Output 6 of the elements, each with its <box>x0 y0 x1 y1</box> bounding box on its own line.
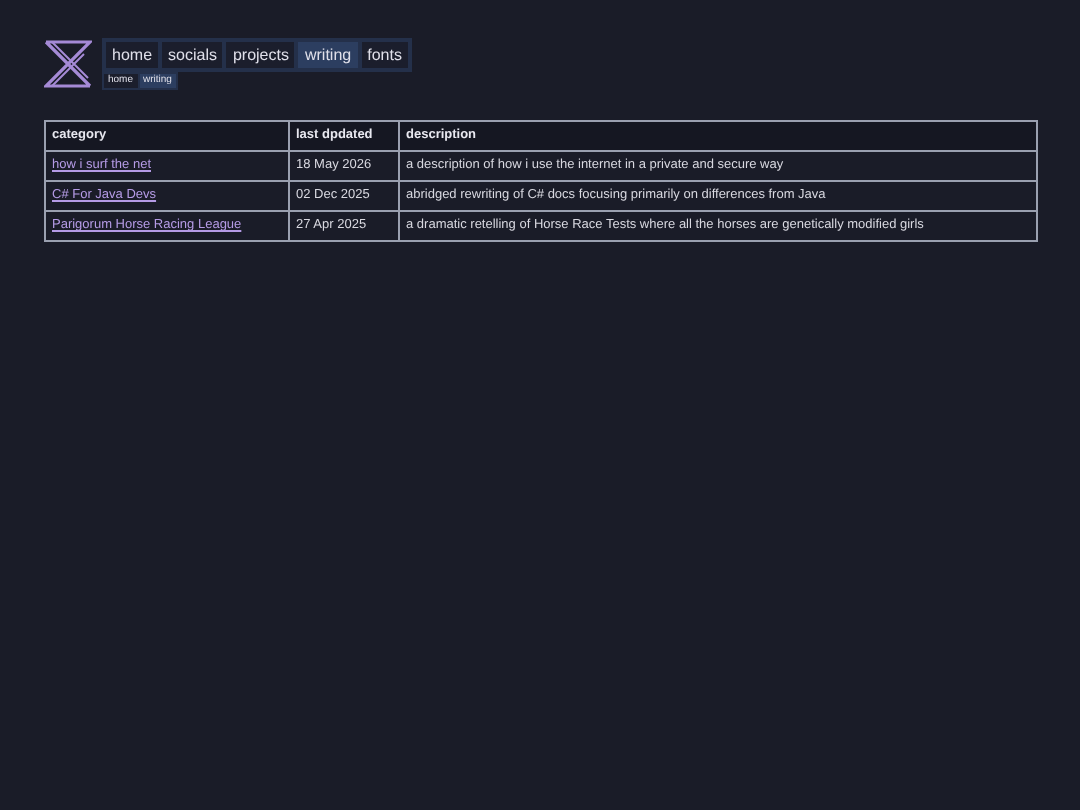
nav-link[interactable]: socials <box>162 42 223 68</box>
nav-link[interactable]: fonts <box>361 42 408 68</box>
nav-link[interactable]: home <box>106 42 159 68</box>
hourglass-logo-icon <box>44 40 92 88</box>
nav-link[interactable]: projects <box>226 42 295 68</box>
nav-link[interactable]: writing <box>298 42 358 68</box>
